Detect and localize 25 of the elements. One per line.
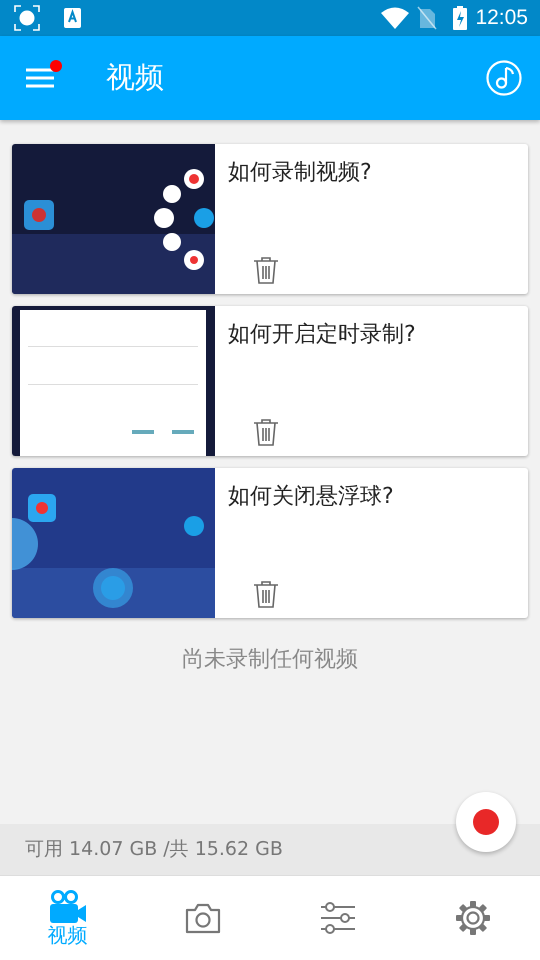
record-button[interactable]: [456, 792, 516, 852]
camera-icon: [184, 901, 222, 935]
no-sim-icon: [417, 6, 438, 30]
delete-icon[interactable]: [253, 418, 279, 446]
delete-icon[interactable]: [253, 256, 279, 284]
sliders-icon: [320, 901, 356, 935]
wifi-icon: [381, 7, 410, 29]
video-card[interactable]: 如何录制视频?: [12, 144, 528, 294]
storage-info: 可用 14.07 GB /共 15.62 GB: [25, 837, 283, 862]
video-title: 如何关闭悬浮球?: [228, 483, 395, 511]
video-title: 如何开启定时录制?: [228, 321, 417, 349]
video-card[interactable]: 如何开启定时录制?: [12, 306, 528, 456]
screen-record-icon: [14, 5, 40, 31]
text-app-icon: [64, 8, 81, 28]
video-card[interactable]: 如何关闭悬浮球?: [12, 468, 528, 618]
settings-icon: [454, 900, 490, 936]
screen-title: 视频: [106, 59, 164, 96]
status-time: 12:05: [475, 5, 528, 32]
battery-icon: [453, 6, 468, 30]
music-icon[interactable]: [486, 60, 522, 96]
menu-button[interactable]: [26, 67, 54, 89]
delete-icon[interactable]: [253, 580, 279, 608]
empty-message: 尚未录制任何视频: [181, 646, 359, 674]
video-title: 如何录制视频?: [228, 159, 373, 187]
video-camera-icon: [48, 890, 86, 924]
